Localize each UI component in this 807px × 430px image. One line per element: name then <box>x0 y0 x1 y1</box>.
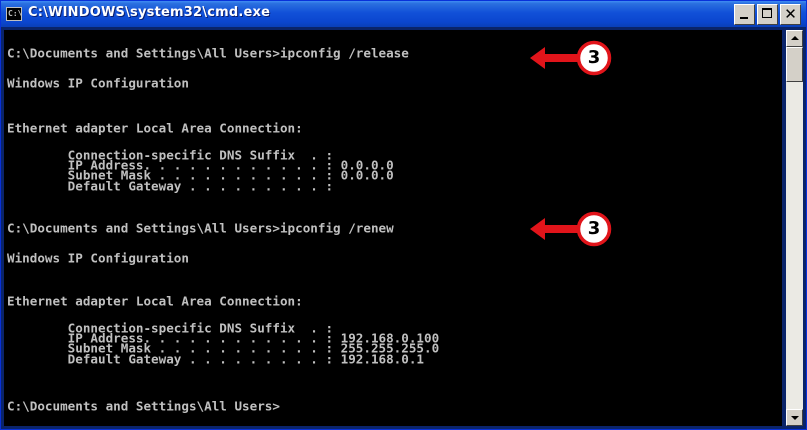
console-line: Default Gateway . . . . . . . . . : 192.… <box>7 352 425 367</box>
console-line: Ethernet adapter Local Area Connection: <box>7 121 303 136</box>
close-icon: ✕ <box>784 5 797 23</box>
arrow-up-icon <box>791 36 799 40</box>
step-callout-release: 3 <box>528 40 626 76</box>
console-line: Windows IP Configuration <box>7 251 189 266</box>
console-line: C:\Documents and Settings\All Users> <box>7 399 280 414</box>
step-callout-renew: 3 <box>528 211 626 247</box>
console-app-icon[interactable]: C:\ <box>6 7 22 21</box>
scroll-thumb[interactable] <box>786 47 803 82</box>
step-number: 3 <box>587 47 601 68</box>
scroll-up-button[interactable] <box>786 30 803 47</box>
maximize-button[interactable] <box>757 4 778 25</box>
console-line: C:\Documents and Settings\All Users>ipco… <box>7 221 394 236</box>
left-arrow-callout-icon <box>530 211 612 247</box>
maximize-icon <box>762 8 772 18</box>
minimize-icon <box>740 17 748 19</box>
close-button[interactable]: ✕ <box>780 4 801 25</box>
step-number: 3 <box>587 218 601 239</box>
console-output[interactable]: C:\Documents and Settings\All Users>ipco… <box>4 30 782 426</box>
title-bar[interactable]: C:\ C:\WINDOWS\system32\cmd.exe ✕ <box>1 1 806 27</box>
left-arrow-callout-icon <box>530 40 612 76</box>
console-line: Windows IP Configuration <box>7 76 189 91</box>
console-line: Ethernet adapter Local Area Connection: <box>7 294 303 309</box>
console-line: C:\Documents and Settings\All Users>ipco… <box>7 46 409 61</box>
vertical-scrollbar[interactable] <box>786 30 803 426</box>
minimize-button[interactable] <box>734 4 755 25</box>
arrow-down-icon <box>791 416 799 420</box>
window-title: C:\WINDOWS\system32\cmd.exe <box>28 5 271 20</box>
scroll-down-button[interactable] <box>786 409 803 426</box>
console-line: Default Gateway . . . . . . . . . : <box>7 179 334 194</box>
